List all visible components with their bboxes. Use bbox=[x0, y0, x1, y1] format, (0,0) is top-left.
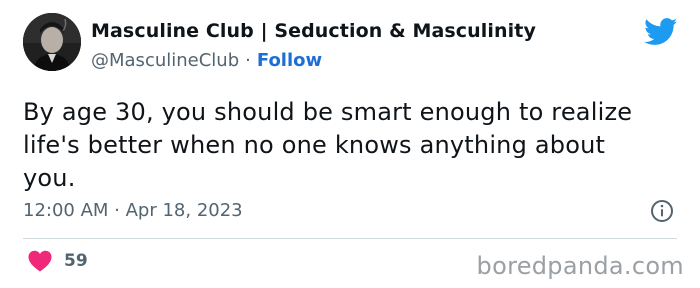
author-name-row: Masculine Club | Seduction & Masculinity bbox=[91, 20, 536, 42]
info-icon[interactable] bbox=[650, 199, 674, 223]
watermark: boredpanda.com bbox=[476, 252, 684, 280]
avatar-image bbox=[23, 13, 81, 71]
like-row: 59 bbox=[28, 250, 88, 272]
author-handle[interactable]: @MasculineClub bbox=[91, 50, 239, 71]
separator-dot: · bbox=[245, 50, 251, 71]
heart-icon[interactable] bbox=[28, 250, 52, 272]
twitter-bird-icon[interactable] bbox=[644, 18, 678, 46]
tweet-text: By age 30, you should be smart enough to… bbox=[23, 98, 633, 192]
divider bbox=[23, 238, 677, 239]
follow-button[interactable]: Follow bbox=[257, 50, 322, 71]
like-count: 59 bbox=[64, 251, 88, 271]
tweet-card: Masculine Club | Seduction & Masculinity… bbox=[0, 0, 700, 288]
display-name[interactable]: Masculine Club | Seduction & Masculinity bbox=[91, 20, 536, 42]
avatar[interactable] bbox=[23, 13, 81, 71]
author-handle-row: @MasculineClub · Follow bbox=[91, 50, 322, 71]
tweet-timestamp[interactable]: 12:00 AM · Apr 18, 2023 bbox=[23, 200, 243, 221]
